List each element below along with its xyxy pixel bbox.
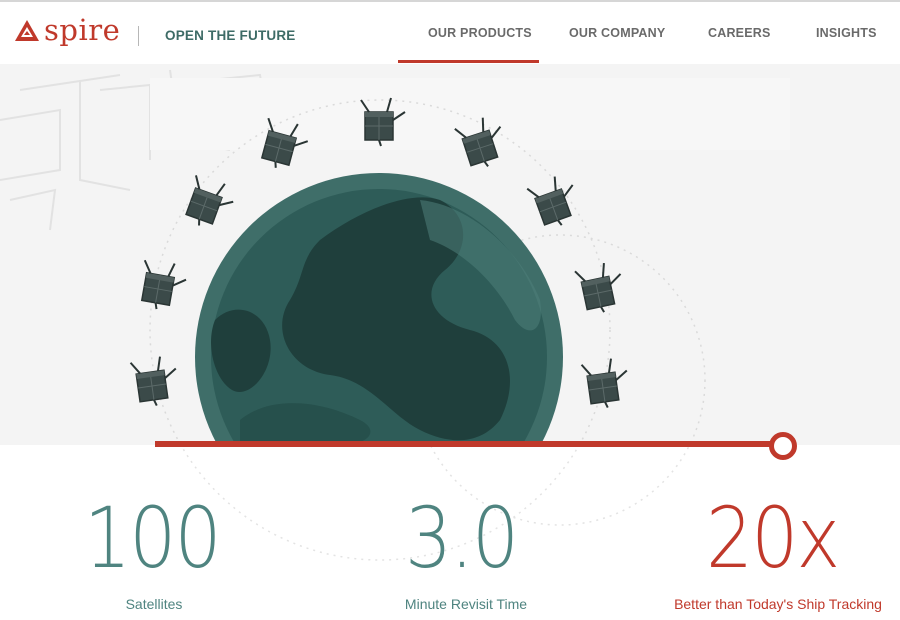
slider-handle-icon[interactable] bbox=[769, 432, 797, 460]
globe-icon bbox=[195, 173, 563, 445]
brand-name: spire bbox=[44, 13, 121, 47]
hero-illustration bbox=[0, 69, 790, 445]
stat-ship-tracking-value: 20x bbox=[706, 489, 840, 587]
nav-item-our-company[interactable]: OUR COMPANY bbox=[569, 26, 665, 40]
timeline-slider-track[interactable] bbox=[155, 441, 783, 447]
spire-logo-icon bbox=[15, 19, 39, 41]
satellite-icon bbox=[573, 259, 629, 318]
site-header: spire OPEN THE FUTURE OUR PRODUCTS OUR C… bbox=[0, 2, 900, 64]
header-divider bbox=[138, 26, 139, 46]
stat-revisit-label: Minute Revisit Time bbox=[404, 596, 528, 612]
nav-item-our-products[interactable]: OUR PRODUCTS bbox=[428, 26, 532, 40]
satellite-icon bbox=[135, 257, 190, 315]
satellite-icon bbox=[129, 353, 182, 410]
stat-revisit-value: 3.0 bbox=[405, 489, 519, 587]
spire-logo[interactable]: spire bbox=[14, 16, 120, 45]
stat-satellites-label: Satellites bbox=[125, 596, 183, 612]
satellite-icon bbox=[525, 170, 586, 233]
satellite-icon bbox=[580, 355, 633, 412]
nav-item-careers[interactable]: CAREERS bbox=[708, 26, 771, 40]
satellite-icon bbox=[179, 172, 240, 235]
active-nav-underline bbox=[398, 60, 539, 63]
stat-ship-tracking-label: Better than Today's Ship Tracking bbox=[674, 596, 882, 612]
stat-satellites-value: 100 bbox=[84, 489, 222, 587]
nav-item-insights[interactable]: INSIGHTS bbox=[816, 26, 877, 40]
hero-section bbox=[0, 64, 900, 445]
brand-tagline: OPEN THE FUTURE bbox=[165, 28, 296, 43]
